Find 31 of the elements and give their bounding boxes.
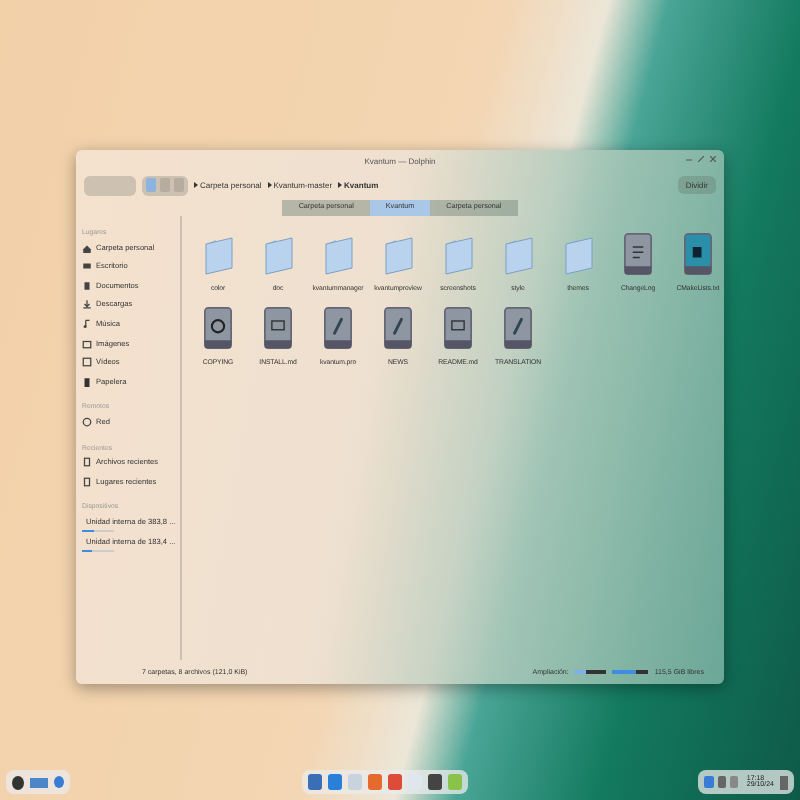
folder-icon — [563, 236, 593, 276]
minimize-icon[interactable] — [686, 156, 692, 162]
video-icon — [82, 356, 92, 369]
maximize-icon[interactable] — [698, 156, 704, 162]
trash-icon — [82, 375, 92, 388]
music-note-icon — [82, 317, 92, 330]
close-icon[interactable] — [710, 156, 716, 162]
folder-icon — [383, 236, 413, 276]
document-icon — [504, 306, 532, 350]
document-icon — [324, 306, 352, 350]
document-icon — [204, 306, 232, 350]
document-icon — [82, 279, 92, 292]
chevron-right-icon — [267, 182, 272, 188]
folder-icon — [263, 236, 293, 276]
document-icon — [384, 306, 412, 350]
tray-icon[interactable] — [704, 776, 741, 788]
folder-icon — [443, 236, 473, 276]
code-file-icon — [684, 232, 712, 276]
chevron-right-icon — [338, 182, 343, 188]
document-icon — [264, 306, 292, 350]
download-icon — [82, 298, 92, 311]
view-mode-buttons[interactable] — [142, 175, 188, 195]
desktop-icon — [82, 260, 92, 273]
folder-icon — [323, 236, 353, 276]
folder-icon — [503, 236, 533, 276]
image-icon — [82, 337, 92, 350]
document-icon — [444, 306, 472, 350]
document-icon — [624, 232, 652, 276]
folder-icon — [203, 236, 233, 276]
network-icon — [82, 415, 92, 428]
home-icon — [82, 241, 92, 254]
